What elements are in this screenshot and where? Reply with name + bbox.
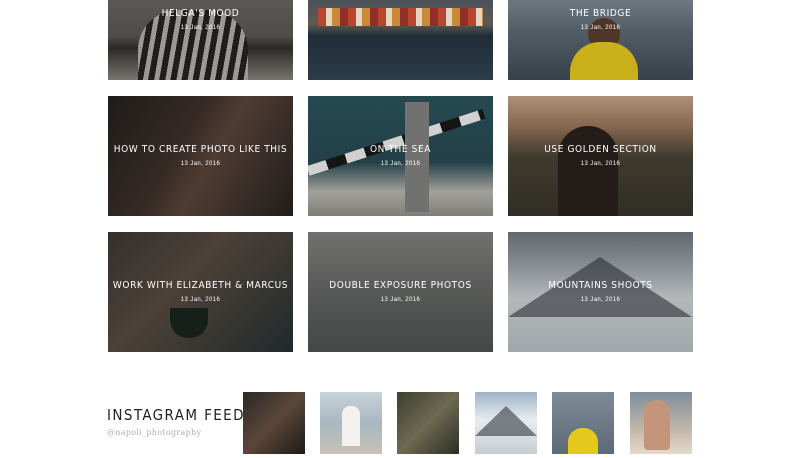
post-title[interactable]: Use golden section: [508, 144, 693, 155]
post-card-double-exposure-photos[interactable]: Double exposure photos 13 Jan, 2016: [308, 232, 493, 352]
post-caption: Double exposure photos 13 Jan, 2016: [308, 280, 493, 303]
post-title[interactable]: Mountains shoots: [508, 280, 693, 291]
instagram-thumb[interactable]: [320, 392, 382, 454]
post-title[interactable]: Helga's Mood: [108, 8, 293, 19]
post-date: 13 Jan, 2016: [180, 25, 221, 31]
post-caption: Work with Elizabeth & Marcus 13 Jan, 201…: [108, 280, 293, 303]
post-caption: On the sea 13 Jan, 2016: [308, 144, 493, 167]
post-card-on-the-sea[interactable]: On the sea 13 Jan, 2016: [308, 96, 493, 216]
instagram-thumb[interactable]: [630, 392, 692, 454]
post-title[interactable]: Double exposure photos: [308, 280, 493, 291]
post-caption: Mountains shoots 13 Jan, 2016: [508, 280, 693, 303]
post-card-the-bridge[interactable]: The Bridge 13 Jan, 2016: [508, 0, 693, 80]
post-card-mountains-shoots[interactable]: Mountains shoots 13 Jan, 2016: [508, 232, 693, 352]
post-date: 13 Jan, 2016: [380, 161, 421, 167]
post-title[interactable]: The Bridge: [508, 8, 693, 19]
post-date: 13 Jan, 2016: [180, 161, 221, 167]
post-title[interactable]: On the sea: [308, 144, 493, 155]
post-date: 13 Jan, 2016: [580, 161, 621, 167]
instagram-thumb[interactable]: [475, 392, 537, 454]
post-card-town-harbor[interactable]: [308, 0, 493, 80]
post-date: 13 Jan, 2016: [180, 297, 221, 303]
instagram-feed-heading: Instagram Feed: [107, 406, 245, 424]
instagram-thumb[interactable]: [552, 392, 614, 454]
post-title[interactable]: Work with Elizabeth & Marcus: [108, 280, 293, 291]
post-caption: How to create photo like this 13 Jan, 20…: [108, 144, 293, 167]
instagram-thumb[interactable]: [243, 392, 305, 454]
post-caption: The Bridge 13 Jan, 2016: [508, 8, 693, 31]
post-card-use-golden-section[interactable]: Use golden section 13 Jan, 2016: [508, 96, 693, 216]
instagram-thumb[interactable]: [397, 392, 459, 454]
post-date: 13 Jan, 2016: [580, 297, 621, 303]
post-card-how-to-create-photo[interactable]: How to create photo like this 13 Jan, 20…: [108, 96, 293, 216]
page: Helga's Mood 13 Jan, 2016 The Bridge 13 …: [0, 0, 800, 458]
post-caption: Use golden section 13 Jan, 2016: [508, 144, 693, 167]
post-title[interactable]: How to create photo like this: [108, 144, 293, 155]
post-date: 13 Jan, 2016: [580, 25, 621, 31]
post-caption: Helga's Mood 13 Jan, 2016: [108, 8, 293, 31]
post-card-helgas-mood[interactable]: Helga's Mood 13 Jan, 2016: [108, 0, 293, 80]
post-caption: [308, 8, 493, 14]
post-date: 13 Jan, 2016: [380, 297, 421, 303]
post-card-work-with-elizabeth-marcus[interactable]: Work with Elizabeth & Marcus 13 Jan, 201…: [108, 232, 293, 352]
instagram-handle[interactable]: @napoli_photography: [107, 428, 201, 437]
